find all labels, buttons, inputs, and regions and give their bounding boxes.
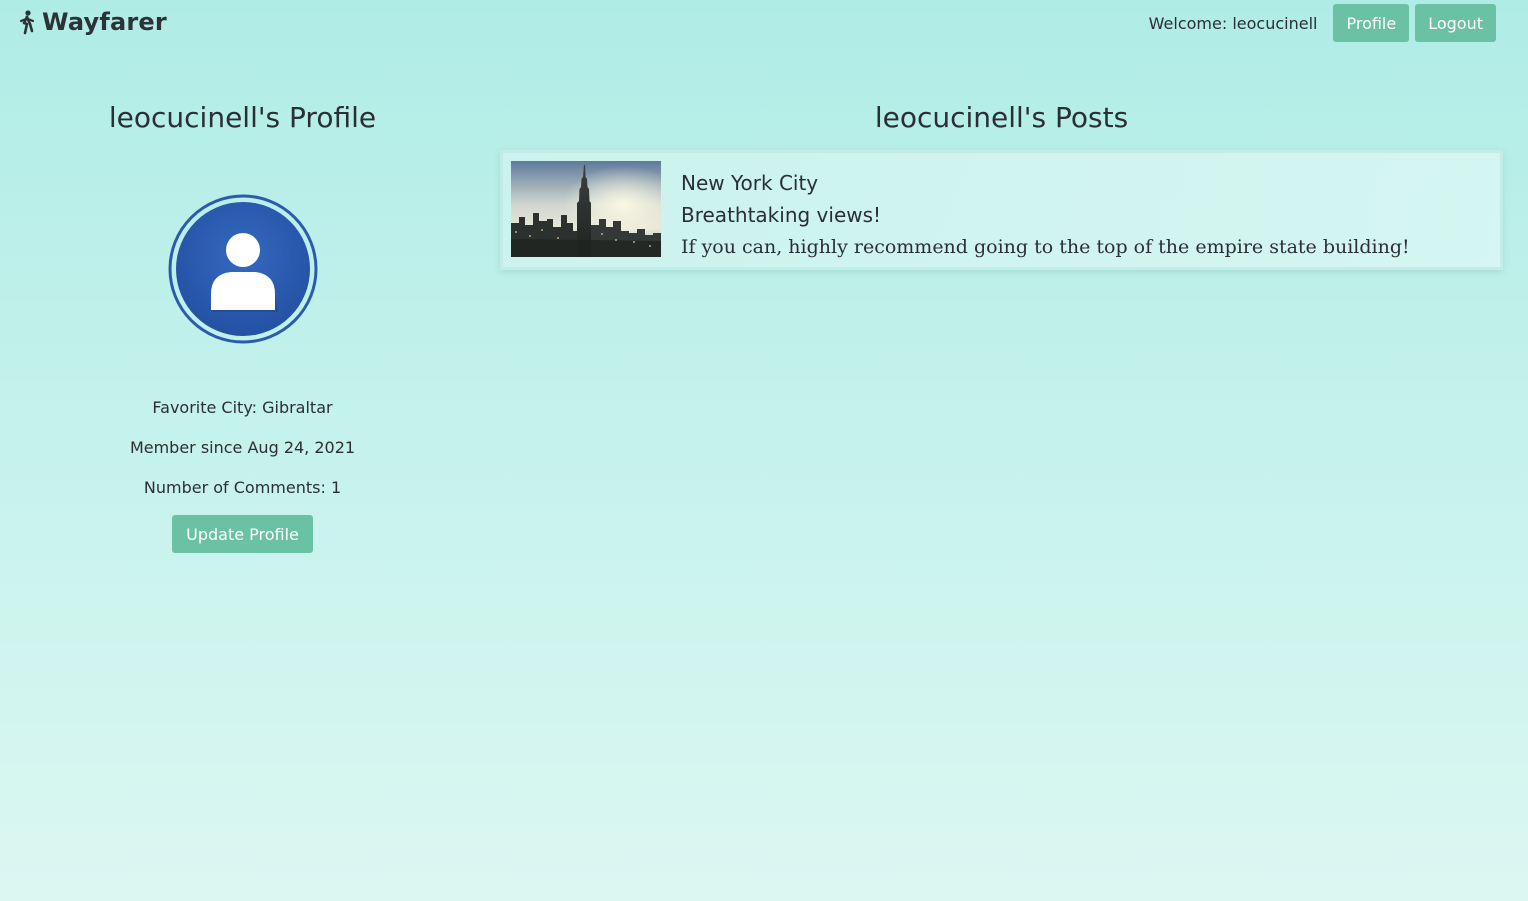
new-york-skyline-photo	[511, 161, 661, 257]
posts-panel: leocucinell's Posts New York City Breath…	[500, 96, 1503, 270]
post-card[interactable]: New York City Breathtaking views! If you…	[500, 150, 1503, 270]
navbar: Wayfarer Welcome: leocucinell Profile Lo…	[0, 0, 1528, 46]
post-image	[511, 161, 661, 257]
posts-title: leocucinell's Posts	[874, 101, 1129, 134]
post-text: New York City Breathtaking views! If you…	[681, 167, 1410, 263]
update-profile-button[interactable]: Update Profile	[172, 515, 313, 553]
brand-name: Wayfarer	[42, 8, 167, 36]
member-since: Member since Aug 24, 2021	[129, 438, 356, 457]
walking-person-icon	[19, 10, 35, 35]
nav-right: Welcome: leocucinell Profile Logout	[1149, 4, 1496, 42]
favorite-city: Favorite City: Gibraltar	[152, 398, 333, 417]
post-body: If you can, highly recommend going to th…	[681, 236, 1410, 258]
welcome-text: Welcome: leocucinell	[1148, 13, 1318, 33]
profile-panel: leocucinell's Profile Favorite City: Gib…	[20, 96, 465, 553]
avatar	[168, 194, 318, 344]
profile-button[interactable]: Profile	[1333, 4, 1410, 42]
post-title: Breathtaking views!	[681, 203, 882, 227]
profile-title: leocucinell's Profile	[108, 101, 377, 134]
post-city: New York City	[681, 171, 819, 195]
brand-link[interactable]: Wayfarer	[18, 8, 167, 36]
user-avatar-icon	[168, 194, 317, 344]
logout-button[interactable]: Logout	[1415, 4, 1496, 42]
comment-count: Number of Comments: 1	[143, 478, 342, 497]
profile-info: Favorite City: Gibraltar Member since Au…	[20, 398, 465, 553]
